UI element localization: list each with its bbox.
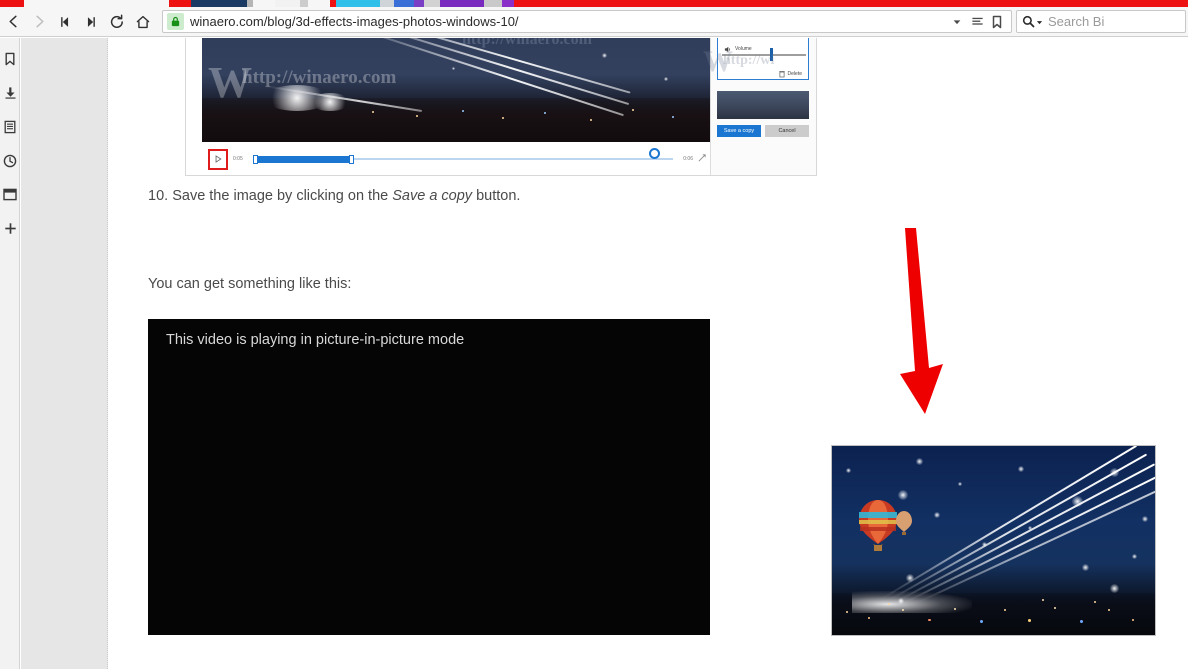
step-text-before: Save the image by clicking on the [172,188,393,204]
tab-fragment-light-2[interactable] [253,0,275,7]
expand-icon[interactable] [698,154,706,164]
search-engine-chevron-icon[interactable] [1036,13,1043,31]
trash-icon [778,65,785,83]
scrubber-handle-mid[interactable] [349,154,355,164]
left-sidebar [0,38,20,669]
play-button-highlight[interactable] [208,148,228,170]
search-bar[interactable]: Search Bi [1016,10,1186,33]
chevron-down-icon[interactable] [947,11,967,33]
download-icon [4,86,17,105]
scrubber-handle-start[interactable] [252,154,258,164]
step-number: 10. [148,188,169,204]
search-placeholder: Search Bi [1048,14,1105,29]
step-line-10: 10. Save the image by clicking on the Sa… [148,188,520,204]
hot-air-balloon-icon [856,498,900,561]
delete-label: Delete [787,71,802,77]
hot-air-balloon-small-icon [895,510,913,541]
embedded-video-black-area[interactable]: This video is playing in picture-in-pict… [148,319,710,635]
video-scrubber[interactable] [252,148,674,165]
tab-fragment-navy[interactable] [191,0,247,7]
tab-fragment-violet-3[interactable] [502,0,514,7]
photos-effects-panel: Atomic motion Volume [703,38,816,175]
back-button[interactable] [0,9,26,35]
sidebar-item-downloads[interactable] [0,78,20,112]
paragraph-you-can-get: You can get something like this: [148,276,352,292]
photos-player-controls: 0:05 0:06 [202,142,712,175]
step-emphasis: Save a copy [392,188,473,204]
tab-fragment-light-4[interactable] [308,0,330,7]
history-clock-icon [3,154,17,173]
tab-fragment-violet-2[interactable] [440,0,484,7]
tab-strip[interactable] [0,0,1188,7]
photos-action-buttons: Save a copy Cancel [717,125,809,137]
photos-video-preview: W http://winaero.com http://winaero.com [202,38,712,142]
lock-icon [167,13,184,30]
cancel-button[interactable]: Cancel [765,125,809,137]
tab-fragment-cyan[interactable] [336,0,380,7]
reading-list-icon [4,120,16,139]
sidebar-item-reading-list[interactable] [0,112,20,146]
tab-fragment-light-3[interactable] [275,0,300,7]
tab-fragment-red-left[interactable] [0,0,24,7]
sidebar-item-add-panel[interactable] [0,214,20,248]
sidebar-item-bookmarks[interactable] [0,44,20,78]
tab-fragment-silver-2[interactable] [424,0,440,7]
time-total: 0:06 [683,156,693,162]
time-elapsed: 0:05 [233,156,243,162]
scrubber-fill [252,155,354,163]
red-down-arrow-annotation [889,226,949,421]
tab-fragment-silver-1[interactable] [380,0,394,7]
reload-button[interactable] [104,9,130,35]
search-icon [1022,15,1035,28]
forward-button[interactable] [26,9,52,35]
tab-fragment-silver-3[interactable] [484,0,502,7]
sidebar-item-history[interactable] [0,146,20,180]
address-bar[interactable]: winaero.com/blog/3d-effects-images-photo… [162,10,1012,33]
tab-fragment-light-1[interactable] [24,0,169,7]
volume-slider-track[interactable] [722,54,806,56]
picture-in-picture-window[interactable] [832,446,1155,635]
reader-view-icon[interactable] [967,11,987,33]
tab-fragment-violet-1[interactable] [414,0,424,7]
pip-mode-message: This video is playing in picture-in-pict… [166,332,465,348]
browser-toolbar: winaero.com/blog/3d-effects-images-photo… [0,7,1188,37]
volume-slider-knob[interactable] [770,48,773,61]
first-page-button[interactable] [52,9,78,35]
delete-row[interactable]: Delete [778,65,802,83]
sidebar-panel-background [21,38,108,669]
tab-fragment-gray-2[interactable] [300,0,308,7]
home-button[interactable] [130,9,156,35]
sidebar-item-windows[interactable] [0,180,20,214]
window-icon [3,188,17,206]
volume-label: Volume [735,46,752,52]
effect-thumbnail-secondary[interactable] [717,91,809,119]
last-page-button[interactable] [78,9,104,35]
step-text-after: button. [472,188,521,204]
tab-fragment-gap-1[interactable] [169,0,191,7]
bookmark-icon[interactable] [987,11,1007,33]
effect-card[interactable]: Atomic motion Volume [717,38,809,80]
photos-app-screenshot: W http://winaero.com http://winaero.com … [185,38,817,176]
bookmark-icon [4,52,16,71]
tab-fragment-blue[interactable] [394,0,414,7]
page-content: W http://winaero.com http://winaero.com … [109,38,1188,669]
save-a-copy-button[interactable]: Save a copy [717,125,761,137]
chevron-down-icon[interactable] [794,38,802,44]
plus-icon [4,222,17,240]
url-text: winaero.com/blog/3d-effects-images-photo… [190,14,519,29]
